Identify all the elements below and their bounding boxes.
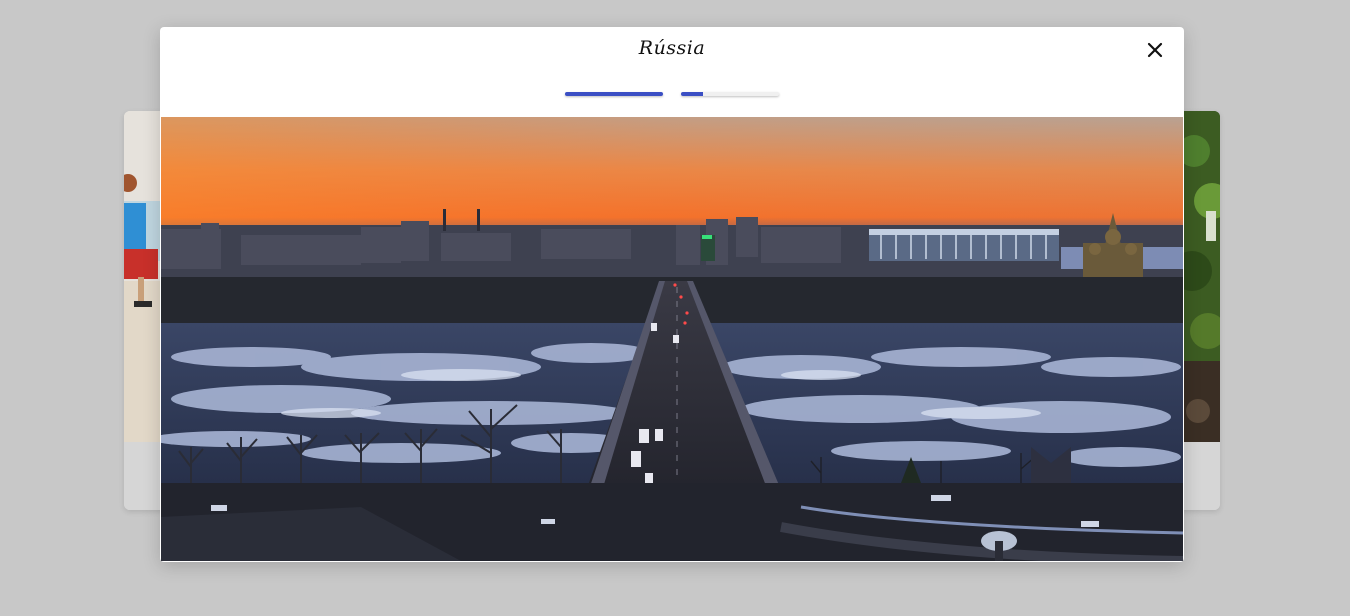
russia-photo (161, 117, 1183, 561)
close-icon (1147, 42, 1163, 58)
slide-progress-2[interactable] (681, 92, 779, 96)
background-photo-right[interactable] (1184, 111, 1220, 442)
slide-progress-1[interactable] (565, 92, 663, 96)
background-photo-left[interactable] (124, 111, 162, 442)
slide-progress-1-fill (565, 92, 663, 96)
russia-photo-image (161, 117, 1183, 561)
slide-progress-indicators (160, 92, 1184, 96)
slide-progress-2-fill (681, 92, 703, 96)
photo-modal: Rússia (160, 27, 1184, 562)
modal-title: Rússia (638, 37, 706, 59)
close-button[interactable] (1144, 39, 1166, 61)
